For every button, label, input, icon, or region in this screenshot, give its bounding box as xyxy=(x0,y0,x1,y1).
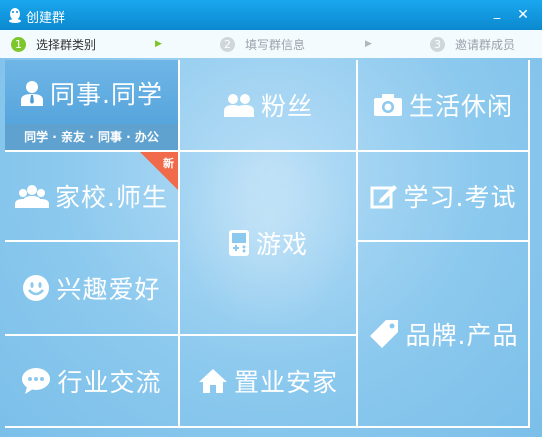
category-game[interactable]: 游戏 xyxy=(180,152,358,336)
category-brand[interactable]: 品牌.产品 xyxy=(358,242,530,428)
category-grid: 同事.同学 同学 · 亲友 · 同事 · 办公 粉丝 生活休闲 家校.师生 新 … xyxy=(0,58,542,437)
step-arrow-2-icon: ▶ xyxy=(365,39,372,49)
qq-logo-icon xyxy=(9,8,21,23)
new-badge: 新 xyxy=(140,152,178,190)
step-3-label: 邀请群成员 xyxy=(455,37,516,52)
new-badge-text: 新 xyxy=(163,157,174,170)
step-arrow-1-icon: ▶ xyxy=(155,39,162,49)
tag-icon xyxy=(369,320,398,348)
category-colleague-label: 同事.同学 xyxy=(50,80,163,109)
category-hobby-label: 兴趣爱好 xyxy=(56,275,161,304)
category-realestate-label: 置业安家 xyxy=(233,368,338,397)
step-2: 2 填写群信息 xyxy=(220,35,305,53)
category-study[interactable]: 学习.考试 xyxy=(358,152,530,242)
step-3: 3 邀请群成员 xyxy=(430,35,515,53)
category-study-label: 学习.考试 xyxy=(403,183,517,212)
home-icon xyxy=(198,369,227,393)
minimize-icon[interactable]: _ xyxy=(488,6,506,24)
step-progress: 1 选择群类别 ▶ 2 填写群信息 ▶ 3 邀请群成员 xyxy=(0,30,542,58)
chat-bubble-icon xyxy=(22,368,51,394)
camera-icon xyxy=(373,94,402,116)
category-school[interactable]: 家校.师生 新 xyxy=(5,152,180,242)
gamepad-icon xyxy=(228,230,249,256)
step-1: 1 选择群类别 xyxy=(11,35,96,53)
people-icon xyxy=(223,94,254,117)
category-hobby[interactable]: 兴趣爱好 xyxy=(5,242,180,336)
step-2-number: 2 xyxy=(220,36,235,52)
person-icon xyxy=(21,81,44,106)
category-industry-label: 行业交流 xyxy=(57,368,162,397)
step-1-number: 1 xyxy=(11,36,26,52)
category-colleague[interactable]: 同事.同学 同学 · 亲友 · 同事 · 办公 xyxy=(5,60,180,152)
category-brand-label: 品牌.产品 xyxy=(405,321,519,350)
edit-icon xyxy=(370,185,397,209)
close-icon[interactable]: ✕ xyxy=(514,6,532,24)
group-icon xyxy=(15,185,50,208)
window-title: 创建群 xyxy=(26,11,66,26)
smile-icon xyxy=(23,275,50,301)
step-1-label: 选择群类别 xyxy=(36,37,97,52)
category-colleague-subtitle: 同学 · 亲友 · 同事 · 办公 xyxy=(5,124,178,150)
category-life[interactable]: 生活休闲 xyxy=(358,60,530,152)
category-fans[interactable]: 粉丝 xyxy=(180,60,358,152)
category-life-label: 生活休闲 xyxy=(408,92,513,121)
title-bar[interactable]: 创建群 _ ✕ xyxy=(0,0,542,30)
create-group-window: 创建群 _ ✕ 1 选择群类别 ▶ 2 填写群信息 ▶ 3 邀请群成员 同事.同… xyxy=(0,0,542,437)
category-game-label: 游戏 xyxy=(255,230,308,259)
category-industry[interactable]: 行业交流 xyxy=(5,336,180,428)
step-2-label: 填写群信息 xyxy=(245,37,306,52)
step-3-number: 3 xyxy=(430,36,445,52)
category-fans-label: 粉丝 xyxy=(260,92,313,121)
category-realestate[interactable]: 置业安家 xyxy=(180,336,358,428)
